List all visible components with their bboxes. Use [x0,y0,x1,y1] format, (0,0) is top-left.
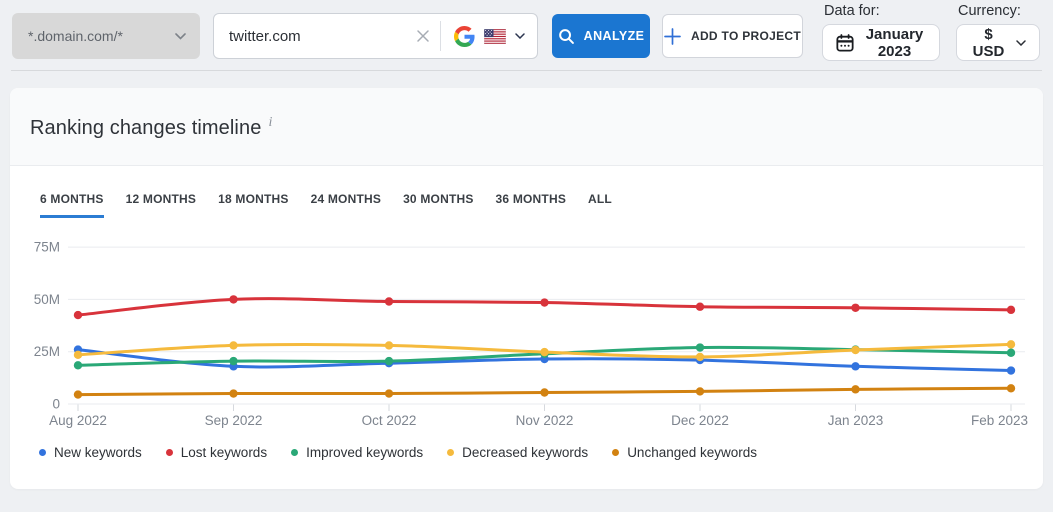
series-point-unchanged-keywords [695,387,705,396]
search-icon [558,28,575,45]
panel-header: Ranking changes timeline i [10,88,1043,166]
analyze-label: ANALYZE [583,29,645,43]
period-tabs: 6 MONTHS 12 MONTHS 18 MONTHS 24 MONTHS 30 MO… [10,166,1043,218]
x-axis-label: Sep 2022 [205,413,263,428]
x-axis-label: Feb 2023 [971,413,1028,428]
tab-30-months[interactable]: 30 MONTHS [403,192,473,218]
series-point-decreased-keywords [1006,340,1016,349]
date-picker-button[interactable]: January 2023 [822,24,940,61]
legend-dot-icon [612,449,620,456]
series-point-improved-keywords [229,356,238,366]
currency-select[interactable]: $ USD [956,24,1040,61]
legend-item-new-keywords[interactable]: New keywords [39,445,142,460]
google-icon [454,25,475,47]
series-point-improved-keywords [695,343,705,352]
x-axis-label: Nov 2022 [516,413,574,428]
series-point-decreased-keywords [73,350,83,360]
series-point-lost-keywords [73,310,83,320]
domain-filter-select[interactable]: *.domain.com/* [12,13,200,59]
legend-item-lost-keywords[interactable]: Lost keywords [165,445,268,460]
legend-label: Lost keywords [180,445,268,460]
search-box [213,13,538,59]
series-point-unchanged-keywords [73,390,83,399]
series-point-improved-keywords [73,361,83,370]
series-point-decreased-keywords [384,341,394,350]
legend-item-decreased-keywords[interactable]: Decreased keywords [447,445,588,460]
series-point-lost-keywords [1006,305,1016,315]
ranking-changes-panel: Ranking changes timeline i 6 MONTHS 12 MON… [10,88,1043,489]
series-point-lost-keywords [384,297,394,306]
currency-value: $ USD [972,25,1005,60]
x-axis-label: Dec 2022 [671,413,729,428]
y-axis-label: 0 [52,397,60,412]
legend-item-improved-keywords[interactable]: Improved keywords [291,445,423,460]
series-point-decreased-keywords [851,345,860,355]
series-point-decreased-keywords [229,341,238,350]
divider [11,70,1042,71]
add-to-project-button[interactable]: ADD TO PROJECT [662,14,803,58]
calendar-icon [836,33,854,52]
legend-label: New keywords [54,445,142,460]
tab-6-months[interactable]: 6 MONTHS [40,192,104,218]
series-point-lost-keywords [540,298,549,307]
panel-title: Ranking changes timeline [30,117,262,139]
chart-area: 75M 50M 25M 0 Aug 2022 Sep 2022 Oct 2022 Nov 20… [10,218,1043,436]
currency-label: Currency: [958,3,1021,19]
search-engine-selector[interactable] [440,21,525,51]
series-point-decreased-keywords [540,347,549,357]
legend-dot-icon [447,449,455,456]
series-point-new-keywords [851,362,860,371]
chevron-down-icon [175,32,186,40]
y-axis-label: 75M [34,240,60,255]
series-point-unchanged-keywords [384,389,394,398]
series-point-unchanged-keywords [229,389,238,398]
series-point-unchanged-keywords [851,385,860,394]
us-flag-icon [484,28,506,44]
legend-dot-icon [39,449,46,456]
ranking-chart: 75M 50M 25M 0Aug 2022 Sep 2022 Oct 2022 Nov 20… [34,240,1028,428]
analyze-button[interactable]: ANALYZE [552,14,650,58]
tab-12-months[interactable]: 12 MONTHS [126,192,196,218]
currency-group: Currency: $ USD [956,3,1040,61]
series-point-decreased-keywords [695,352,705,362]
series-point-new-keywords [1006,366,1016,375]
legend-item-unchanged-keywords[interactable]: Unchanged keywords [612,445,757,460]
y-axis-label: 25M [34,344,60,359]
legend-dot-icon [165,449,173,456]
tab-18-months[interactable]: 18 MONTHS [218,192,288,218]
tab-all[interactable]: ALL [588,192,612,218]
legend-label: Decreased keywords [462,445,589,460]
domain-filter-value: *.domain.com/* [28,28,123,44]
info-icon[interactable]: i [268,115,272,130]
x-axis-label: Jan 2023 [828,413,884,428]
chevron-down-icon [515,33,525,39]
legend-label: Unchanged keywords [627,445,758,460]
legend-dot-icon [291,449,299,456]
series-point-lost-keywords [851,303,860,312]
series-point-improved-keywords [384,356,394,366]
x-axis-label: Aug 2022 [49,413,107,428]
tab-36-months[interactable]: 36 MONTHS [496,192,566,218]
topbar: *.domain.com/* twitter.com ANALYZE ADD T… [0,0,1053,61]
y-axis-label: 50M [34,292,60,307]
x-axis-label: Oct 2022 [362,413,417,428]
series-point-unchanged-keywords [1006,384,1016,393]
series-point-lost-keywords [229,295,238,304]
series-point-improved-keywords [1006,348,1016,357]
plus-icon [664,27,681,45]
clear-search-icon[interactable] [412,25,440,47]
tab-24-months[interactable]: 24 MONTHS [311,192,381,218]
add-to-project-label: ADD TO PROJECT [691,29,801,43]
search-input[interactable] [229,27,412,45]
chevron-down-icon [1016,39,1026,46]
series-point-unchanged-keywords [540,388,549,397]
series-point-lost-keywords [695,302,705,311]
chart-legend: New keywords Lost keywords Improved keywor… [39,445,1043,460]
date-picker-value: January 2023 [865,25,924,60]
legend-label: Improved keywords [306,445,424,460]
data-for-label: Data for: [824,3,880,19]
data-for-group: Data for: January 2023 [822,3,940,61]
